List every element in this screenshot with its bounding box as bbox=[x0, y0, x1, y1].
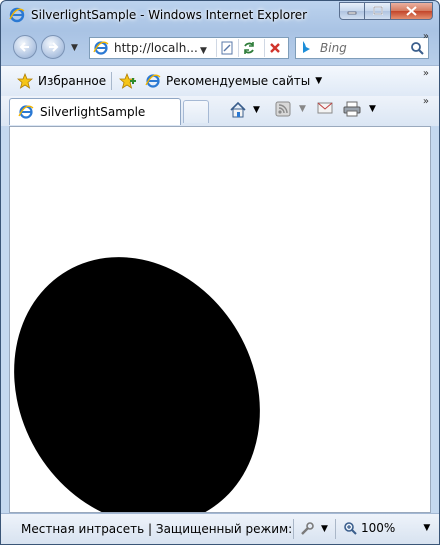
add-to-favorites-bar-button[interactable] bbox=[119, 73, 137, 89]
suggested-sites-button[interactable]: Рекомендуемые сайты ▼ bbox=[145, 73, 322, 89]
navigation-bar: ▼ http://localh... ▼ Bing » bbox=[1, 31, 439, 63]
ie-logo-icon bbox=[9, 7, 25, 23]
page-content bbox=[9, 126, 431, 513]
minimize-icon bbox=[347, 11, 357, 15]
title-bar[interactable]: SilverlightSample - Windows Internet Exp… bbox=[1, 1, 439, 29]
zoom-level: 100% bbox=[361, 521, 396, 535]
ie-page-icon bbox=[18, 105, 34, 119]
maximize-icon bbox=[372, 6, 383, 15]
status-separator bbox=[293, 519, 294, 539]
address-dropdown-icon[interactable]: ▼ bbox=[200, 46, 207, 56]
mail-icon bbox=[317, 102, 333, 114]
tab-label: SilverlightSample bbox=[40, 105, 146, 119]
browser-window: SilverlightSample - Windows Internet Exp… bbox=[0, 0, 440, 545]
tab-silverlightsample[interactable]: SilverlightSample bbox=[9, 98, 181, 125]
black-ellipse-shape bbox=[10, 212, 308, 512]
home-button[interactable]: ▼ bbox=[229, 101, 260, 119]
stop-button[interactable] bbox=[264, 39, 285, 57]
printer-icon bbox=[343, 101, 361, 117]
dropdown-arrow-icon: ▼ bbox=[315, 76, 323, 86]
zoom-dropdown-icon[interactable]: ▼ bbox=[423, 523, 430, 533]
home-icon bbox=[230, 101, 246, 118]
ie-page-icon bbox=[145, 74, 161, 88]
zone-text: Местная интрасеть | Защищенный режим: вы bbox=[21, 522, 291, 536]
popup-blocker-button[interactable]: ▼ bbox=[299, 521, 328, 537]
compatibility-view-icon bbox=[221, 41, 233, 55]
print-dropdown-icon[interactable]: ▼ bbox=[369, 104, 376, 114]
chevron-more-icon[interactable]: » bbox=[423, 68, 429, 79]
print-button[interactable]: ▼ bbox=[343, 101, 376, 117]
feeds-button[interactable]: ▼ bbox=[275, 101, 306, 117]
new-tab-button[interactable] bbox=[183, 100, 209, 123]
back-arrow-icon bbox=[19, 42, 29, 52]
chevron-more-icon[interactable]: » bbox=[423, 96, 429, 107]
rss-feed-icon bbox=[275, 101, 291, 117]
favorites-label: Избранное bbox=[38, 74, 107, 88]
search-input[interactable]: Bing bbox=[320, 41, 347, 55]
read-mail-button[interactable] bbox=[317, 101, 333, 115]
chevron-more-icon[interactable]: » bbox=[423, 31, 429, 42]
zoom-control[interactable]: 100% ▼ bbox=[343, 521, 430, 535]
forward-button[interactable] bbox=[41, 35, 65, 59]
settings-dropdown-icon[interactable]: ▼ bbox=[321, 524, 328, 534]
add-favorite-icon bbox=[119, 73, 136, 89]
favorites-bar: Избранное Рекомендуемые сайты ▼ » bbox=[1, 65, 439, 96]
feeds-dropdown-icon[interactable]: ▼ bbox=[299, 104, 306, 114]
window-title: SilverlightSample - Windows Internet Exp… bbox=[31, 8, 308, 22]
compatibility-view-button[interactable] bbox=[216, 39, 237, 57]
zoom-magnifier-icon bbox=[344, 522, 357, 535]
stop-icon bbox=[270, 43, 280, 53]
settings-wrench-icon bbox=[301, 522, 314, 535]
address-input[interactable]: http://localh... bbox=[114, 41, 198, 55]
status-separator bbox=[335, 519, 336, 539]
home-dropdown-icon[interactable]: ▼ bbox=[253, 105, 260, 115]
close-button[interactable] bbox=[391, 2, 433, 20]
favorites-separator bbox=[111, 72, 112, 90]
refresh-icon bbox=[244, 42, 254, 54]
tab-bar: SilverlightSample ▼ ▼ ▼ » bbox=[1, 96, 439, 126]
page-ie-icon bbox=[93, 41, 109, 55]
caption-buttons bbox=[339, 2, 433, 20]
bing-icon bbox=[303, 41, 310, 53]
minimize-button[interactable] bbox=[339, 2, 365, 20]
back-button[interactable] bbox=[13, 35, 37, 59]
search-icon[interactable] bbox=[410, 41, 424, 55]
address-bar[interactable]: http://localh... ▼ bbox=[89, 37, 289, 59]
forward-arrow-icon bbox=[49, 42, 59, 52]
refresh-button[interactable] bbox=[238, 39, 259, 57]
star-icon bbox=[17, 73, 33, 89]
suggested-sites-label: Рекомендуемые сайты bbox=[166, 74, 311, 88]
maximize-button[interactable] bbox=[365, 2, 391, 20]
status-bar: Местная интрасеть | Защищенный режим: вы… bbox=[1, 513, 439, 544]
close-icon bbox=[406, 6, 417, 16]
security-zone[interactable]: Местная интрасеть | Защищенный режим: вы bbox=[15, 521, 291, 537]
recent-pages-dropdown-icon[interactable]: ▼ bbox=[71, 43, 78, 53]
favorites-button[interactable]: Избранное bbox=[17, 73, 106, 89]
search-box[interactable]: Bing bbox=[295, 37, 429, 59]
